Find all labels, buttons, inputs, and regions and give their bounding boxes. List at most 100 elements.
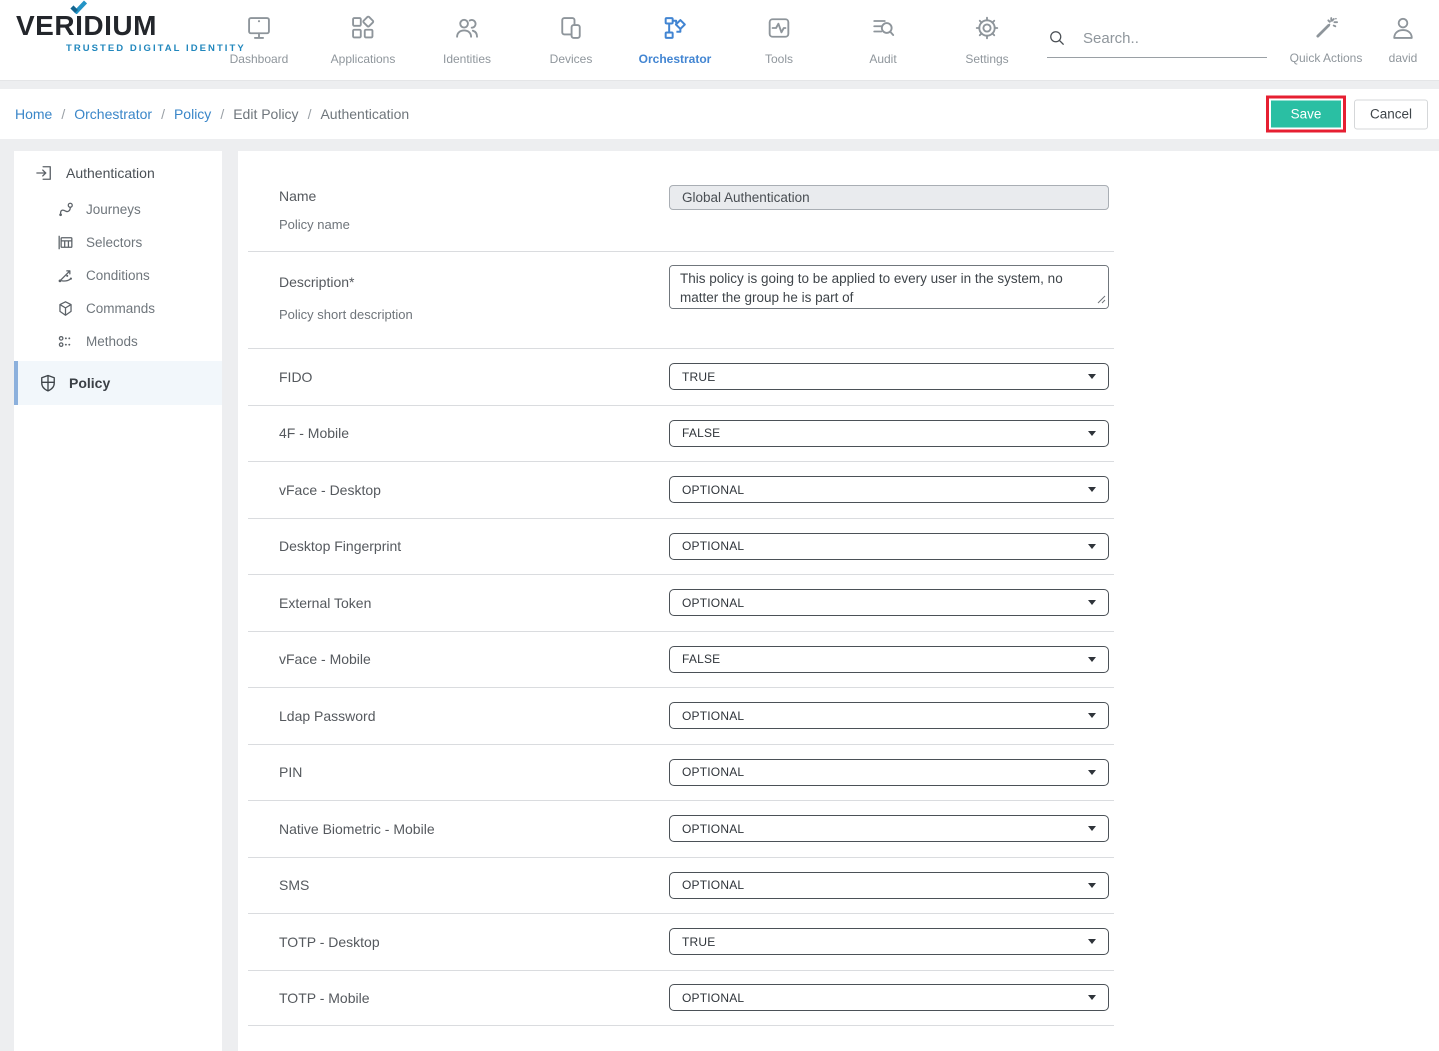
dropdown-value: OPTIONAL	[682, 539, 1088, 553]
logo-checkmark-icon	[70, 0, 87, 14]
external-token-dropdown[interactable]: OPTIONAL	[669, 589, 1109, 616]
dropdown-value: TRUE	[682, 935, 1088, 949]
dropdown-value: OPTIONAL	[682, 822, 1088, 836]
quick-actions-label: Quick Actions	[1283, 51, 1369, 65]
nav-item-applications[interactable]: Applications	[311, 9, 415, 66]
cancel-button[interactable]: Cancel	[1354, 99, 1428, 129]
search-icon	[1047, 28, 1067, 48]
dropdown-label: PIN	[279, 764, 669, 780]
methods-icon	[56, 332, 75, 351]
main-layout: Authentication Journeys Selectors Condit…	[14, 151, 1439, 1051]
nav-label: Orchestrator	[623, 52, 727, 66]
global-search	[1047, 28, 1267, 58]
4f-mobile-dropdown[interactable]: FALSE	[669, 420, 1109, 447]
nav-item-orchestrator[interactable]: Orchestrator	[623, 9, 727, 66]
chevron-down-icon	[1088, 431, 1096, 436]
breadcrumb-authentication: Authentication	[320, 106, 409, 122]
sidebar-item-label: Policy	[69, 375, 110, 391]
nav-item-settings[interactable]: Settings	[935, 9, 1039, 66]
form-row-sms: SMS OPTIONAL	[248, 857, 1114, 914]
nav-label: Identities	[415, 52, 519, 66]
form-row-native-biometric-mobile: Native Biometric - Mobile OPTIONAL	[248, 800, 1114, 857]
quick-actions-button[interactable]: Quick Actions	[1283, 9, 1369, 65]
sidebar: Authentication Journeys Selectors Condit…	[14, 151, 222, 1051]
dropdown-value: OPTIONAL	[682, 991, 1088, 1005]
dropdown-label: vFace - Desktop	[279, 482, 669, 498]
breadcrumb-separator: /	[152, 106, 174, 122]
sms-dropdown[interactable]: OPTIONAL	[669, 872, 1109, 899]
dropdown-value: OPTIONAL	[682, 878, 1088, 892]
form-row-totp-desktop: TOTP - Desktop TRUE	[248, 913, 1114, 970]
form-row-fido: FIDO TRUE	[248, 348, 1114, 405]
user-avatar-icon	[1377, 9, 1429, 46]
resize-grip-icon[interactable]	[1097, 295, 1106, 304]
ldap-password-dropdown[interactable]: OPTIONAL	[669, 702, 1109, 729]
tools-icon	[727, 9, 831, 46]
sidebar-item-selectors[interactable]: Selectors	[56, 226, 222, 259]
dropdown-value: TRUE	[682, 370, 1088, 384]
form-row-ldap-password: Ldap Password OPTIONAL	[248, 687, 1114, 744]
dropdown-label: Native Biometric - Mobile	[279, 821, 669, 837]
sidebar-sub-items: Journeys Selectors Conditions Commands M…	[14, 193, 222, 358]
settings-gear-icon	[935, 9, 1039, 46]
name-helper: Policy name	[279, 217, 669, 232]
dropdown-label: TOTP - Desktop	[279, 934, 669, 950]
nav-item-identities[interactable]: Identities	[415, 9, 519, 66]
breadcrumb: Home/Orchestrator/Policy/Edit Policy/Aut…	[15, 106, 409, 122]
dropdown-value: OPTIONAL	[682, 483, 1088, 497]
dropdown-value: OPTIONAL	[682, 765, 1088, 779]
breadcrumb-separator: /	[211, 106, 233, 122]
breadcrumb-edit-policy: Edit Policy	[233, 106, 298, 122]
magic-wand-icon	[1283, 9, 1369, 46]
totp-mobile-dropdown[interactable]: OPTIONAL	[669, 984, 1109, 1011]
nav-label: Applications	[311, 52, 415, 66]
nav-item-tools[interactable]: Tools	[727, 9, 831, 66]
form-row-desktop-fingerprint: Desktop Fingerprint OPTIONAL	[248, 518, 1114, 575]
description-helper: Policy short description	[279, 307, 669, 322]
dropdown-value: OPTIONAL	[682, 709, 1088, 723]
breadcrumb-home[interactable]: Home	[15, 106, 52, 122]
sidebar-item-policy-active[interactable]: Policy	[14, 361, 222, 405]
nav-item-dashboard[interactable]: Dashboard	[207, 9, 311, 66]
applications-icon	[311, 9, 415, 46]
chevron-down-icon	[1088, 995, 1096, 1000]
policy-edit-panel: Name Policy name Description* Policy sho…	[238, 151, 1439, 1051]
chevron-down-icon	[1088, 883, 1096, 888]
vface-mobile-dropdown[interactable]: FALSE	[669, 646, 1109, 673]
login-icon	[34, 163, 54, 183]
description-label: Description*	[279, 274, 669, 290]
search-input[interactable]	[1083, 30, 1243, 47]
page-actions: Save Cancel	[1266, 96, 1428, 133]
fido-dropdown[interactable]: TRUE	[669, 363, 1109, 390]
conditions-icon	[56, 266, 75, 285]
sidebar-item-conditions[interactable]: Conditions	[56, 259, 222, 292]
policy-name-input[interactable]	[669, 185, 1109, 210]
desktop-fingerprint-dropdown[interactable]: OPTIONAL	[669, 533, 1109, 560]
audit-icon	[831, 9, 935, 46]
sidebar-item-label: Methods	[86, 334, 138, 349]
sidebar-item-authentication[interactable]: Authentication	[14, 151, 222, 183]
dropdown-label: Desktop Fingerprint	[279, 538, 669, 554]
sidebar-item-journeys[interactable]: Journeys	[56, 193, 222, 226]
save-button[interactable]: Save	[1271, 101, 1341, 128]
commands-icon	[56, 299, 75, 318]
form-row-totp-mobile: TOTP - Mobile OPTIONAL	[248, 970, 1114, 1027]
sidebar-item-methods[interactable]: Methods	[56, 325, 222, 358]
breadcrumb-bar: Home/Orchestrator/Policy/Edit Policy/Aut…	[0, 89, 1439, 139]
pin-dropdown[interactable]: OPTIONAL	[669, 759, 1109, 786]
vface-desktop-dropdown[interactable]: OPTIONAL	[669, 476, 1109, 503]
dropdown-label: SMS	[279, 877, 669, 893]
nav-item-devices[interactable]: Devices	[519, 9, 623, 66]
sidebar-item-label: Conditions	[86, 268, 150, 283]
nav-item-audit[interactable]: Audit	[831, 9, 935, 66]
breadcrumb-policy[interactable]: Policy	[174, 106, 211, 122]
policy-description-textarea[interactable]	[669, 265, 1109, 309]
native-biometric-mobile-dropdown[interactable]: OPTIONAL	[669, 815, 1109, 842]
sidebar-item-commands[interactable]: Commands	[56, 292, 222, 325]
sidebar-item-label: Selectors	[86, 235, 142, 250]
form-row-description: Description* Policy short description	[248, 251, 1114, 348]
form-row-pin: PIN OPTIONAL	[248, 744, 1114, 801]
totp-desktop-dropdown[interactable]: TRUE	[669, 928, 1109, 955]
user-menu[interactable]: david	[1377, 9, 1429, 65]
breadcrumb-orchestrator[interactable]: Orchestrator	[74, 106, 152, 122]
